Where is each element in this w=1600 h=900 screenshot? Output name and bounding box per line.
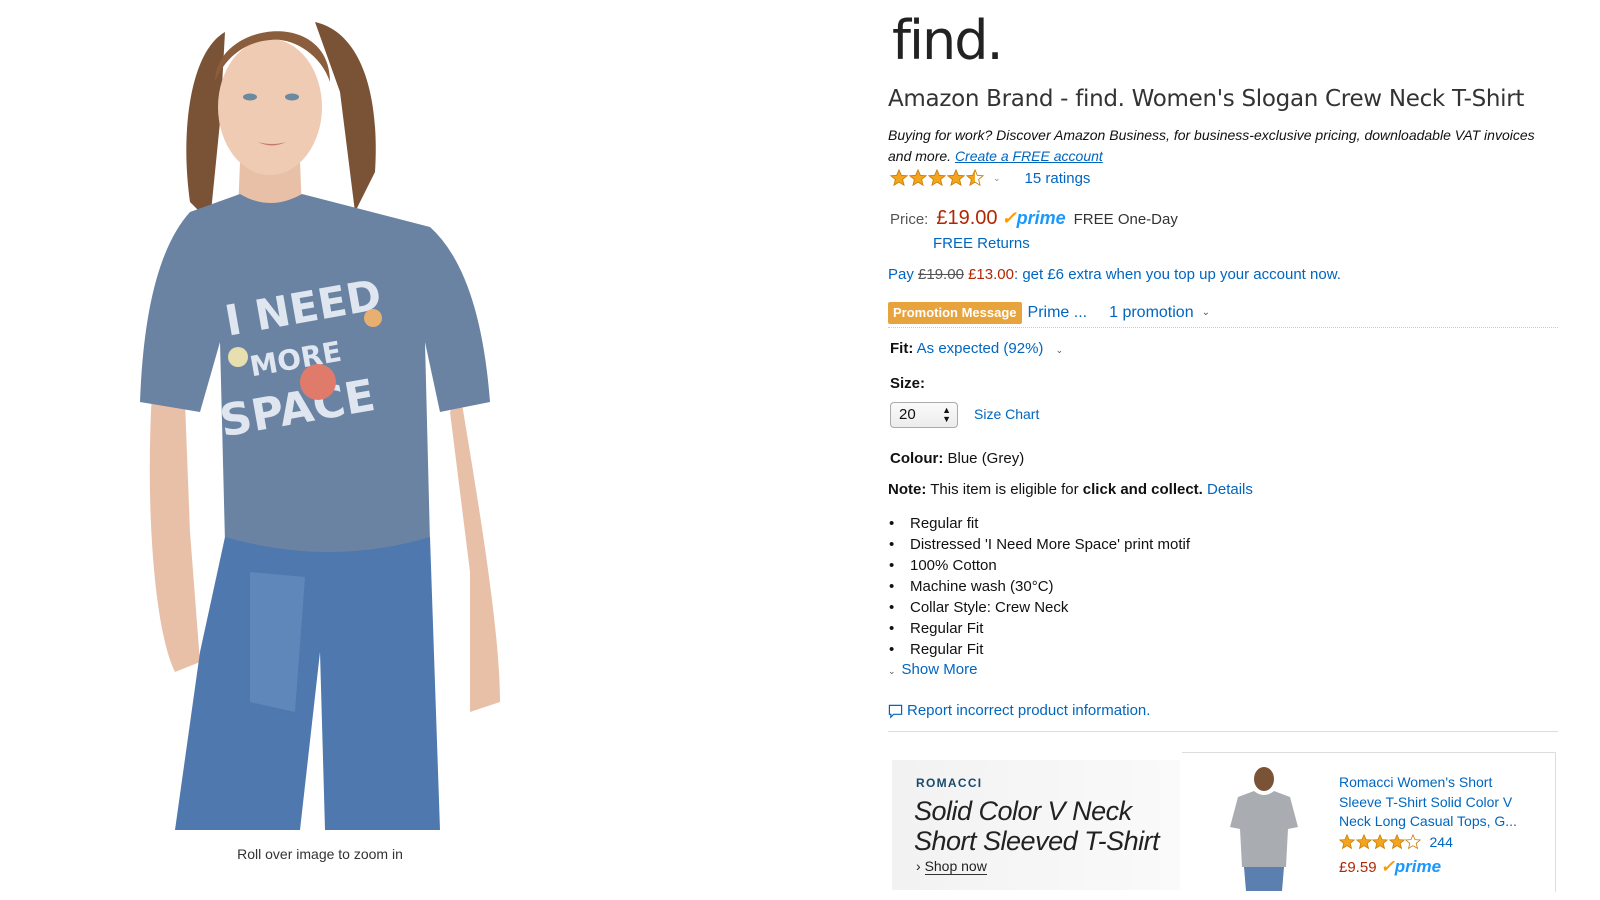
fit-value-link[interactable]: As expected (92%) — [917, 340, 1044, 357]
price-row: Price: £19.00 ✓ prime FREE One-Day — [890, 207, 1178, 230]
note-text: This item is eligible for — [930, 481, 1079, 498]
ad-brand: ROMACCI — [916, 776, 983, 790]
feature-item: Collar Style: Crew Neck — [888, 597, 1190, 618]
ad-headline-line1: Solid Color V Neck — [914, 796, 1132, 826]
star-icon — [947, 169, 965, 187]
show-more-link[interactable]: ⌄ Show More — [888, 661, 977, 678]
product-title: Amazon Brand - find. Women's Slogan Crew… — [888, 86, 1525, 112]
star-icon — [1372, 834, 1388, 850]
ad-price: £9.59 — [1339, 859, 1377, 876]
topup-new-price: £13.00 — [968, 266, 1014, 283]
prime-check-icon: ✓ — [1001, 208, 1017, 228]
promotion-count-link[interactable]: 1 promotion — [1109, 304, 1194, 322]
star-rating[interactable] — [890, 169, 985, 187]
star-icon — [909, 169, 927, 187]
feature-item: Distressed 'I Need More Space' print mot… — [888, 534, 1190, 555]
chevron-down-icon[interactable]: ⌄ — [1056, 345, 1064, 355]
colour-label: Colour: — [890, 450, 944, 467]
prime-check-icon: ✓ — [1380, 857, 1395, 876]
ad-product-title[interactable]: Romacci Women's Short Sleeve T-Shirt Sol… — [1339, 773, 1539, 832]
size-chart-link[interactable]: Size Chart — [974, 406, 1039, 422]
sponsored-product-card[interactable]: Romacci Women's Short Sleeve T-Shirt Sol… — [1182, 752, 1556, 892]
topup-offer[interactable]: Pay £19.00 £13.00: get £6 extra when you… — [888, 266, 1341, 283]
product-photo[interactable]: I NEED MORE SPACE — [130, 12, 530, 830]
zoom-hint: Roll over image to zoom in — [237, 846, 403, 862]
price-label: Price: — [890, 211, 929, 228]
fit-row: Fit: As expected (92%) ⌄ — [890, 340, 1063, 357]
feature-item: Regular fit — [888, 513, 1190, 534]
star-icon — [928, 169, 946, 187]
star-icon — [1405, 834, 1421, 850]
business-promo: Buying for work? Discover Amazon Busines… — [888, 125, 1558, 167]
size-selected-value: 20 — [899, 406, 916, 423]
price-value: £19.00 — [936, 207, 998, 229]
sponsored-banner-ad[interactable]: ROMACCI Solid Color V Neck Short Sleeved… — [892, 760, 1180, 890]
topup-suffix: : get £6 extra when you top up your acco… — [1013, 266, 1341, 283]
chevron-down-icon[interactable]: ⌄ — [993, 173, 1001, 184]
ad-rating-row: 244 — [1339, 834, 1453, 850]
star-icon — [1339, 834, 1355, 850]
create-account-link[interactable]: Create a FREE account — [955, 148, 1103, 164]
promotion-badge: Promotion Message — [888, 301, 1022, 324]
brand-logo[interactable]: find. — [892, 14, 1004, 68]
ad-review-count[interactable]: 244 — [1430, 834, 1453, 850]
star-icon — [1355, 834, 1372, 850]
delivery-text: FREE One-Day — [1073, 211, 1178, 228]
feature-item: Regular Fit — [888, 639, 1190, 660]
prime-label: prime — [1016, 208, 1066, 228]
ratings-link[interactable]: 15 ratings — [1025, 170, 1091, 187]
speech-bubble-icon — [888, 704, 903, 719]
chevron-down-icon: ⌄ — [888, 666, 896, 676]
feature-item: Regular Fit — [888, 618, 1190, 639]
feature-item: 100% Cotton — [888, 555, 1190, 576]
size-select[interactable]: 20 ▲ ▼ — [890, 402, 958, 428]
star-icon — [966, 169, 984, 187]
show-more-label: Show More — [901, 661, 978, 678]
star-icon — [890, 169, 908, 187]
note-label: Note: — [888, 481, 927, 498]
topup-prefix: Pay — [888, 266, 914, 283]
ad-price-row: £9.59 ✓ prime — [1339, 857, 1441, 877]
select-arrows-icon: ▲ ▼ — [942, 405, 951, 424]
report-link[interactable]: Report incorrect product information. — [907, 702, 1150, 719]
note-row: Note: This item is eligible for click an… — [888, 481, 1253, 498]
size-label: Size: — [890, 375, 926, 392]
free-returns-link[interactable]: FREE Returns — [933, 235, 1030, 252]
chevron-down-icon[interactable]: ⌄ — [1202, 307, 1210, 318]
note-emphasis: click and collect. — [1082, 481, 1203, 498]
topup-old-price: £19.00 — [918, 266, 964, 283]
colour-row: Colour: Blue (Grey) — [890, 450, 1024, 467]
product-image[interactable]: I NEED MORE SPACE — [130, 12, 530, 830]
prime-label: prime — [1394, 857, 1442, 876]
feature-list: Regular fit Distressed 'I Need More Spac… — [888, 513, 1190, 660]
fit-label: Fit: — [890, 340, 914, 357]
report-info-row[interactable]: Report incorrect product information. — [888, 702, 1558, 732]
rating-row: ⌄ 15 ratings — [890, 169, 1090, 187]
ad-shop-now[interactable]: › Shop now — [916, 858, 987, 875]
star-icon — [1388, 834, 1405, 850]
ad-headline-line2: Short Sleeved T-Shirt — [914, 826, 1160, 856]
promotion-row: Promotion Message Prime ... 1 promotion … — [888, 298, 1558, 328]
prime-logo: ✓ prime — [1002, 208, 1066, 229]
ad-star-rating[interactable] — [1339, 834, 1422, 850]
ad-product-thumbnail[interactable] — [1226, 767, 1302, 891]
ad-shop-now-label: Shop now — [924, 858, 987, 875]
note-details-link[interactable]: Details — [1207, 481, 1253, 498]
promotion-prime-link[interactable]: Prime ... — [1028, 304, 1088, 322]
ad-headline: Solid Color V Neck Short Sleeved T-Shirt — [914, 796, 1160, 856]
colour-value: Blue (Grey) — [947, 450, 1025, 467]
prime-logo: ✓ prime — [1381, 857, 1442, 877]
feature-item: Machine wash (30°C) — [888, 576, 1190, 597]
